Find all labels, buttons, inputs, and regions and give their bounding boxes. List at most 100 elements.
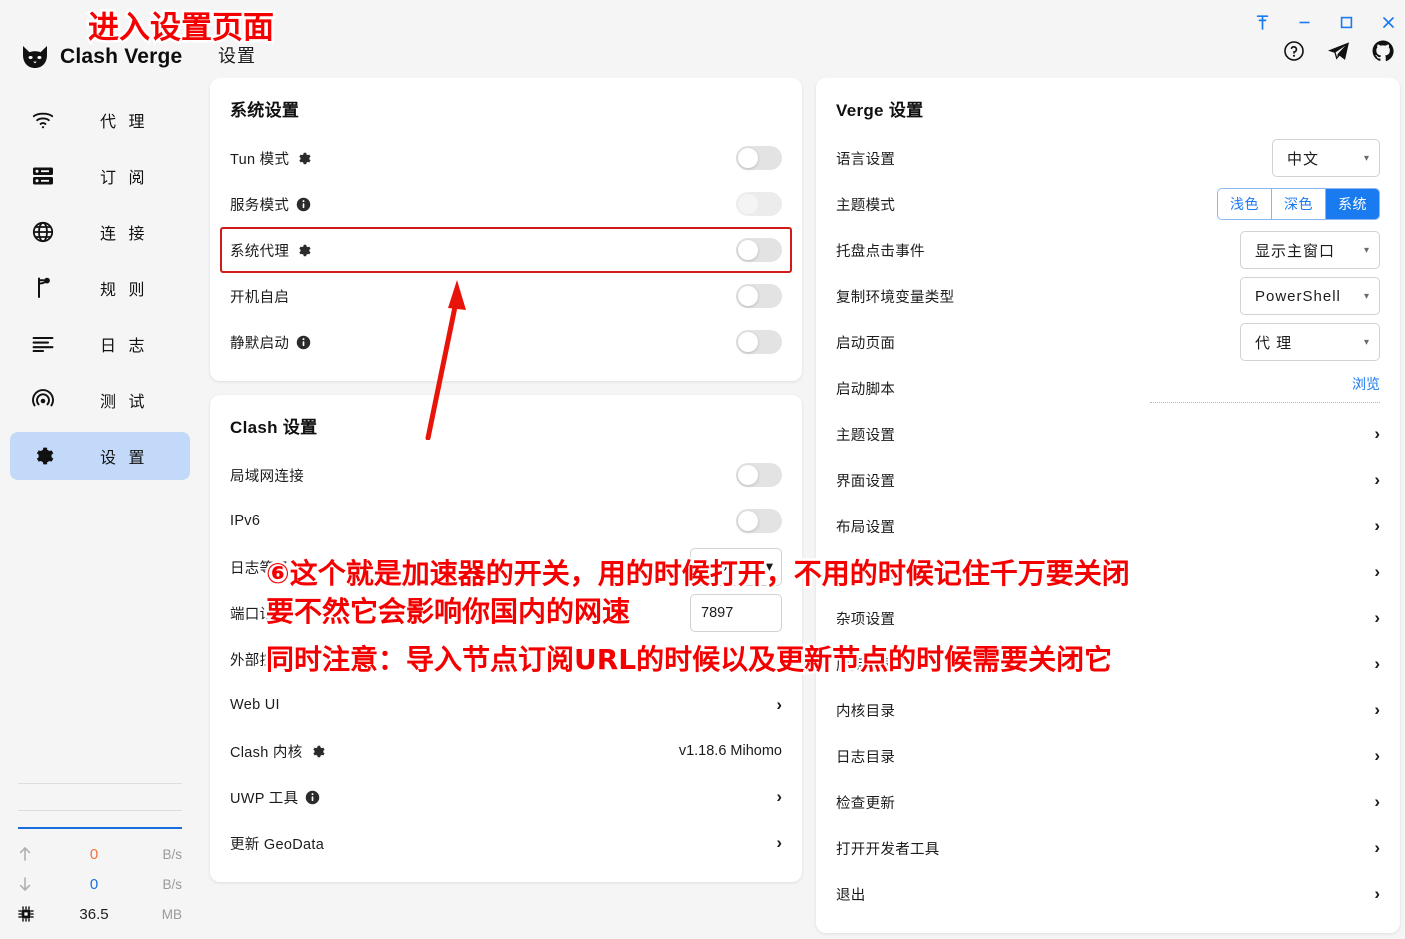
- close-icon[interactable]: [1370, 8, 1405, 36]
- row-system-proxy[interactable]: 系统代理: [220, 227, 792, 273]
- log-level-select[interactable]: Info ▾: [690, 548, 782, 586]
- chevron-right-icon[interactable]: ›: [1374, 838, 1380, 858]
- row-tun-mode[interactable]: Tun 模式: [230, 135, 782, 181]
- toggle-ipv6[interactable]: [736, 509, 782, 533]
- stat-memory: 36.5 MB: [18, 899, 182, 929]
- env-type-value: PowerShell: [1255, 287, 1341, 305]
- pin-icon[interactable]: [1244, 8, 1280, 36]
- row-hotkey-settings[interactable]: 热键设置 ›: [836, 549, 1380, 595]
- row-label: UWP 工具: [230, 787, 320, 808]
- row-core-dir[interactable]: 内核目录 ›: [836, 687, 1380, 733]
- info-icon[interactable]: [296, 197, 311, 212]
- env-type-select[interactable]: PowerShell ▾: [1240, 277, 1380, 315]
- row-lan-connection[interactable]: 局域网连接: [230, 452, 782, 498]
- row-layout-settings[interactable]: 布局设置 ›: [836, 503, 1380, 549]
- help-circle-icon[interactable]: [1283, 40, 1305, 62]
- chevron-right-icon[interactable]: ›: [1374, 792, 1380, 812]
- row-service-mode[interactable]: 服务模式: [230, 181, 782, 227]
- row-log-dir[interactable]: 日志目录 ›: [836, 733, 1380, 779]
- row-web-ui[interactable]: Web UI ›: [230, 682, 782, 728]
- row-start-page[interactable]: 启动页面 代 理 ▾: [836, 319, 1380, 365]
- toggle-service-mode[interactable]: [736, 192, 782, 216]
- chevron-right-icon[interactable]: ›: [776, 787, 782, 807]
- chevron-right-icon[interactable]: ›: [1374, 700, 1380, 720]
- language-select[interactable]: 中文 ▾: [1272, 139, 1380, 177]
- row-log-level[interactable]: 日志等级 Info ▾: [230, 544, 782, 590]
- row-auto-launch[interactable]: 开机自启: [230, 273, 782, 319]
- theme-system-button[interactable]: 系统: [1326, 189, 1379, 219]
- toggle-system-proxy[interactable]: [736, 238, 782, 262]
- start-page-select[interactable]: 代 理 ▾: [1240, 323, 1380, 361]
- info-icon[interactable]: [305, 790, 320, 805]
- row-uwp-tool[interactable]: UWP 工具 ›: [230, 774, 782, 820]
- row-ipv6[interactable]: IPv6: [230, 498, 782, 544]
- sidebar-item-label: 连 接: [100, 226, 149, 243]
- row-app-dir[interactable]: 应用目录 ›: [836, 641, 1380, 687]
- gear-icon[interactable]: [296, 243, 311, 258]
- sidebar-item-logs[interactable]: 日 志: [10, 320, 190, 368]
- row-text: Tun 模式: [230, 151, 290, 168]
- row-startup-script[interactable]: 启动脚本 浏览: [836, 365, 1380, 411]
- system-settings-card: 系统设置 Tun 模式 服务模式 系统代理 开机自启 静默启动: [210, 78, 802, 381]
- row-clash-core[interactable]: Clash 内核 v1.18.6 Mihomo: [230, 728, 782, 774]
- chevron-right-icon[interactable]: ›: [1374, 516, 1380, 536]
- maximize-icon[interactable]: [1328, 8, 1364, 36]
- theme-dark-button[interactable]: 深色: [1272, 189, 1326, 219]
- sidebar-item-rules[interactable]: 规 则: [10, 264, 190, 312]
- minimize-icon[interactable]: [1286, 8, 1322, 36]
- row-language[interactable]: 语言设置 中文 ▾: [836, 135, 1380, 181]
- chevron-right-icon[interactable]: ›: [1374, 470, 1380, 490]
- sidebar-item-settings[interactable]: 设 置: [10, 432, 190, 480]
- port-input[interactable]: 7897: [690, 594, 782, 632]
- row-exit[interactable]: 退出 ›: [836, 871, 1380, 917]
- chevron-right-icon[interactable]: ›: [1374, 424, 1380, 444]
- sidebar-nav: 代 理 订 阅 连 接 规 则 日 志 测 试 设 置: [0, 96, 200, 480]
- globe-icon: [28, 221, 58, 243]
- row-external-controller[interactable]: 外部控制: [230, 636, 782, 682]
- sidebar-item-connections[interactable]: 连 接: [10, 208, 190, 256]
- gear-icon[interactable]: [296, 151, 311, 166]
- chevron-down-icon: ▾: [1363, 244, 1369, 256]
- chevron-right-icon[interactable]: ›: [776, 833, 782, 853]
- chevron-right-icon[interactable]: ›: [1374, 746, 1380, 766]
- info-icon[interactable]: [296, 335, 311, 350]
- row-check-update[interactable]: 检查更新 ›: [836, 779, 1380, 825]
- sidebar-item-profiles[interactable]: 订 阅: [10, 152, 190, 200]
- tray-click-select[interactable]: 显示主窗口 ▾: [1240, 231, 1380, 269]
- row-update-geodata[interactable]: 更新 GeoData ›: [230, 820, 782, 866]
- toggle-lan-connection[interactable]: [736, 463, 782, 487]
- divider: [18, 783, 182, 784]
- script-underline: [1150, 401, 1380, 403]
- sidebar-item-label: 测 试: [100, 394, 149, 411]
- row-theme-settings[interactable]: 主题设置 ›: [836, 411, 1380, 457]
- chevron-right-icon[interactable]: ›: [1374, 884, 1380, 904]
- toggle-silent-start[interactable]: [736, 330, 782, 354]
- github-icon[interactable]: [1372, 40, 1394, 62]
- theme-mode-buttongroup: 浅色 深色 系统: [1217, 188, 1380, 220]
- server-icon: [28, 166, 58, 186]
- app-window: Clash Verge 代 理 订 阅 连 接 规 则 日 志 测 试 设 置 …: [0, 0, 1405, 939]
- row-tray-click-event[interactable]: 托盘点击事件 显示主窗口 ▾: [836, 227, 1380, 273]
- row-env-type[interactable]: 复制环境变量类型 PowerShell ▾: [836, 273, 1380, 319]
- row-silent-start[interactable]: 静默启动: [230, 319, 782, 365]
- right-column: Verge 设置 语言设置 中文 ▾ 主题模式 浅色 深色 系统 托盘点击事件 …: [816, 78, 1400, 939]
- telegram-icon[interactable]: [1327, 41, 1350, 62]
- browse-link[interactable]: 浏览: [1352, 374, 1380, 394]
- toggle-tun-mode[interactable]: [736, 146, 782, 170]
- theme-light-button[interactable]: 浅色: [1218, 189, 1272, 219]
- chevron-right-icon[interactable]: ›: [1374, 608, 1380, 628]
- row-misc-settings[interactable]: 杂项设置 ›: [836, 595, 1380, 641]
- gear-icon[interactable]: [310, 744, 325, 759]
- toggle-auto-launch[interactable]: [736, 284, 782, 308]
- row-open-devtools[interactable]: 打开开发者工具 ›: [836, 825, 1380, 871]
- toggle-knob: [738, 148, 758, 168]
- chevron-right-icon[interactable]: ›: [1374, 562, 1380, 582]
- row-port-setting[interactable]: 端口设置 7897: [230, 590, 782, 636]
- row-theme-mode[interactable]: 主题模式 浅色 深色 系统: [836, 181, 1380, 227]
- radar-icon: [28, 389, 58, 411]
- sidebar-item-test[interactable]: 测 试: [10, 376, 190, 424]
- chevron-right-icon[interactable]: ›: [1374, 654, 1380, 674]
- row-interface-settings[interactable]: 界面设置 ›: [836, 457, 1380, 503]
- sidebar-item-proxy[interactable]: 代 理: [10, 96, 190, 144]
- chevron-right-icon[interactable]: ›: [776, 695, 782, 715]
